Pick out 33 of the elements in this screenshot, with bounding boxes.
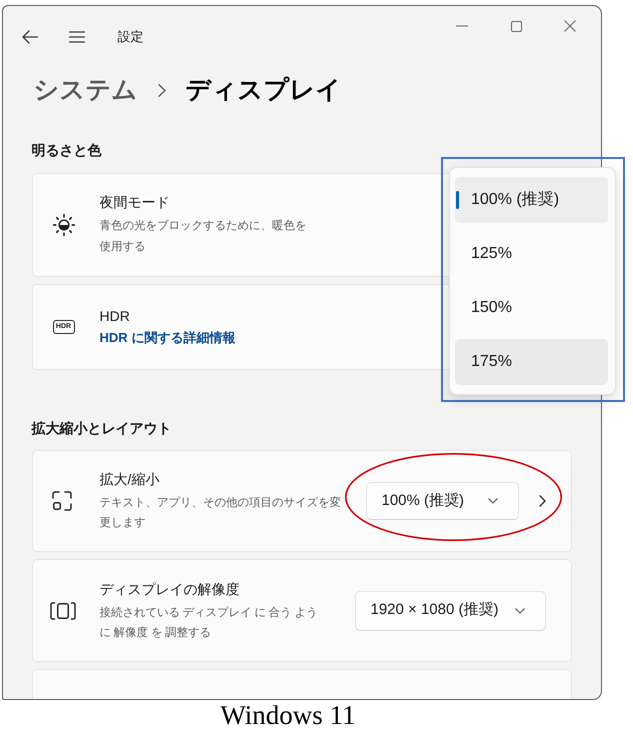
dropdown-option[interactable]: 125%: [455, 231, 608, 277]
setting-description: テキスト、アプリ、その他の項目のサイズを変更します: [100, 495, 342, 531]
resolution-icon: [50, 602, 76, 620]
menu-icon[interactable]: [68, 31, 84, 43]
dropdown-option[interactable]: 175%: [455, 339, 608, 385]
dropdown-button[interactable]: 100% (推奨): [366, 482, 518, 520]
selection-indicator-icon: [456, 191, 459, 209]
setting-title: ディスプレイの解像度: [100, 580, 240, 598]
maximize-icon[interactable]: [510, 20, 522, 32]
minimize-icon[interactable]: [456, 25, 468, 27]
scale-icon: [52, 491, 72, 511]
setting-title: HDR: [100, 306, 130, 326]
setting-description: 接続されている ディスプレイ に 合う ように 解像度 を 調整する: [100, 605, 318, 640]
setting-title: 夜間モード: [100, 192, 170, 212]
dropdown-option[interactable]: 150%: [455, 285, 608, 331]
setting-title: 拡大/縮小: [100, 470, 160, 489]
window-title: 設定: [118, 28, 144, 46]
caption: Windows 11: [219, 700, 357, 730]
chevron-down-icon: [488, 498, 498, 504]
chevron-down-icon: [514, 608, 524, 614]
chevron-right-icon[interactable]: [538, 495, 546, 507]
brightness-icon: [52, 214, 74, 236]
back-icon[interactable]: [22, 30, 38, 44]
page-title: ディスプレイ: [186, 75, 342, 106]
dropdown-button[interactable]: 1920 × 1080 (推奨): [354, 590, 546, 630]
section-heading: 拡大縮小とレイアウト: [32, 418, 172, 438]
details-link[interactable]: HDR に関する詳細情報: [100, 328, 236, 348]
dropdown-option[interactable]: 100% (推奨): [455, 177, 608, 223]
section-heading: 明るさと色: [32, 141, 102, 160]
close-icon[interactable]: [564, 20, 576, 32]
setting-description: 青色の光をブロックするために、暖色を使用する: [100, 218, 308, 254]
chevron-right-icon: [158, 84, 166, 96]
breadcrumb-link[interactable]: システム: [34, 70, 138, 110]
